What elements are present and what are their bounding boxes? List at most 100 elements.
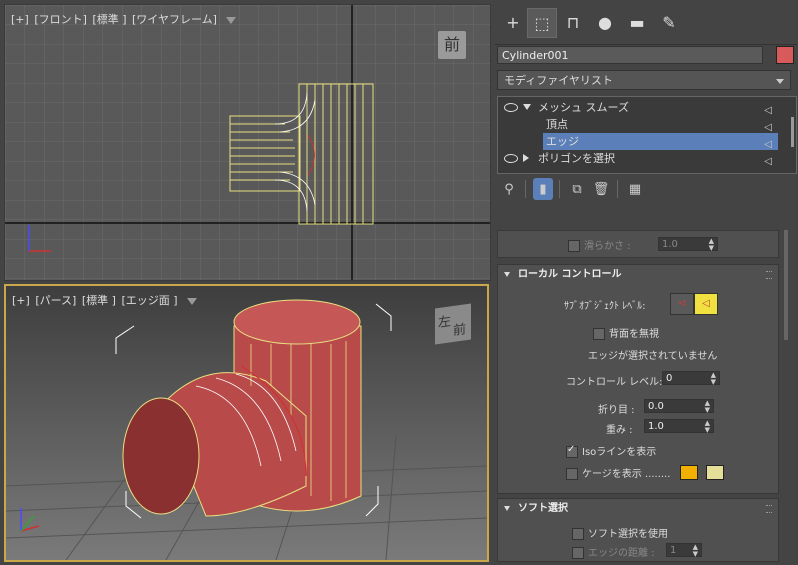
front-viewport[interactable]: [+] [フロント] [標準 ] [ワイヤフレーム] 前 [4, 4, 491, 281]
use-soft-selection-checkbox[interactable] [572, 528, 584, 540]
show-end-result-icon[interactable]: ▮ [533, 178, 553, 200]
pin-stack-icon[interactable]: ⚲ [499, 178, 519, 200]
stack-toolbar: ⚲ ▮ ⧉ 🗑 ▦ [497, 178, 677, 202]
collapse-caret-icon [504, 506, 510, 511]
rollout-title: ソフト選択 [518, 503, 568, 514]
smoothness-row: 滑らかさ : [568, 237, 631, 252]
motion-icon[interactable]: ● [591, 8, 619, 36]
viewport-menu-plus[interactable]: [+] [11, 13, 29, 26]
soft-selection-header[interactable]: ソフト選択 [498, 499, 778, 519]
weight-spinner[interactable]: 1.0 ▲ ▼ [644, 419, 714, 434]
viewport-display-mode[interactable]: [エッジ面 ] [121, 294, 177, 307]
front-viewport-label[interactable]: [+] [フロント] [標準 ] [ワイヤフレーム] [11, 11, 237, 27]
edge-distance-value: 1 [670, 545, 677, 556]
stack-scrollbar[interactable] [791, 117, 794, 147]
modifier-list-dropdown[interactable]: モディファイヤリスト [497, 70, 791, 90]
grip-icon[interactable] [766, 271, 772, 279]
utilities-icon[interactable]: ✎ [655, 8, 683, 36]
expand-arrow-icon[interactable] [523, 154, 529, 162]
expand-arrow-icon[interactable] [523, 104, 531, 110]
toolbar-divider [617, 180, 618, 198]
modify-icon[interactable]: ⬚ [527, 8, 557, 38]
use-soft-selection-label: ソフト選択を使用 [588, 529, 668, 540]
iso-line-checkbox[interactable] [566, 444, 578, 458]
command-panel-tabs: + ⬚ ⊓ ● ▬ ✎ [495, 8, 797, 45]
smoothness-value: 1.0 [662, 239, 678, 250]
spinner-arrows-icon[interactable]: ▲ ▼ [709, 238, 714, 252]
viewcube-top-label: 左 [438, 314, 452, 332]
stack-item-meshsmooth[interactable]: メッシュ スムーズ ◁ [498, 99, 778, 116]
hierarchy-icon[interactable]: ⊓ [559, 8, 587, 36]
filter-icon[interactable] [226, 16, 237, 24]
configure-modifier-sets-icon[interactable]: ▦ [625, 178, 645, 200]
spinner-arrows-icon[interactable]: ▲ ▼ [693, 544, 698, 558]
ignore-backfacing-row[interactable]: 背面を無視 [593, 325, 659, 340]
grip-icon[interactable] [766, 505, 772, 513]
command-panel-scrollbar[interactable] [784, 230, 788, 340]
viewcube-front-label: 前 [453, 322, 467, 339]
rollout-title: ローカル コントロール [518, 269, 622, 280]
filter-icon[interactable] [187, 297, 198, 305]
stack-item-label: ポリゴンを選択 [538, 152, 615, 165]
edge-distance-checkbox[interactable] [572, 547, 584, 559]
command-panel: + ⬚ ⊓ ● ▬ ✎ Cylinder001 モディファイヤリスト メッシュ … [493, 0, 798, 565]
selection-status-text: エッジが選択されていません [588, 351, 718, 362]
display-icon[interactable]: ▬ [623, 8, 651, 36]
iso-line-row[interactable]: Isoラインを表示 [566, 443, 656, 458]
remove-modifier-icon[interactable]: 🗑 [591, 178, 611, 200]
object-name-field[interactable]: Cylinder001 [497, 46, 763, 64]
stack-item-label: メッシュ スムーズ [538, 101, 629, 114]
perspective-canvas [6, 299, 487, 560]
crease-spinner[interactable]: 0.0 ▲ ▼ [644, 399, 714, 414]
create-icon[interactable]: + [499, 8, 527, 36]
ignore-backfacing-checkbox[interactable] [593, 328, 605, 340]
control-level-spinner[interactable]: 0 ▲ ▼ [662, 371, 720, 386]
iso-line-label: Isoラインを表示 [582, 447, 657, 458]
edge-distance-spinner[interactable]: 1 ▲ ▼ [666, 543, 702, 558]
toolbar-divider [559, 180, 560, 198]
smoothness-checkbox[interactable] [568, 240, 580, 252]
eye-icon[interactable] [504, 103, 518, 112]
viewcube[interactable]: 前 [438, 31, 466, 59]
edge-distance-row: エッジの距離 : [572, 544, 655, 559]
smoothness-spinner[interactable]: 1.0 ▲ ▼ [658, 237, 718, 252]
smoothness-label: 滑らかさ : [584, 241, 631, 252]
spinner-arrows-icon[interactable]: ▲ ▼ [705, 400, 710, 414]
viewport-menu-plus[interactable]: [+] [12, 294, 30, 307]
viewport-shading-standard[interactable]: [標準 ] [82, 294, 116, 307]
stack-item-poly-select[interactable]: ポリゴンを選択 ◁ [498, 150, 778, 167]
collapse-caret-icon [504, 272, 510, 277]
show-cage-checkbox[interactable] [566, 468, 578, 480]
vertex-level-button[interactable]: ⊲ [670, 293, 694, 315]
show-cage-label: ケージを表示 ........ [582, 469, 671, 480]
stack-item-vertex[interactable]: 頂点 ◁ [498, 116, 778, 133]
show-cage-row[interactable]: ケージを表示 ........ [566, 465, 670, 480]
viewport-point-of-view[interactable]: [パース] [35, 294, 76, 307]
perspective-viewport-label[interactable]: [+] [パース] [標準 ] [エッジ面 ] [12, 292, 198, 308]
ignore-backfacing-label: 背面を無視 [609, 329, 659, 340]
cage-color-swatch-1[interactable] [680, 465, 698, 480]
local-control-header[interactable]: ローカル コントロール [498, 265, 778, 285]
object-color-swatch[interactable] [776, 46, 794, 64]
modifier-stack[interactable]: メッシュ スムーズ ◁ 頂点 ◁ エッジ ◁ ポリゴンを選択 ◁ [497, 96, 797, 174]
eye-icon[interactable] [504, 154, 518, 163]
spinner-arrows-icon[interactable]: ▲ ▼ [711, 372, 716, 386]
control-level-value: 0 [666, 373, 673, 384]
viewport-display-mode[interactable]: [ワイヤフレーム] [132, 13, 217, 26]
viewcube[interactable]: 左 前 [435, 303, 471, 345]
cage-color-swatch-2[interactable] [706, 465, 724, 480]
spinner-arrows-icon[interactable]: ▲ ▼ [705, 420, 710, 434]
edge-level-button[interactable]: ◁ [694, 293, 718, 315]
make-unique-icon[interactable]: ⧉ [567, 178, 587, 200]
stack-item-label: エッジ [546, 135, 579, 148]
subdivision-method-rollout: 滑らかさ : 1.0 ▲ ▼ [497, 230, 779, 258]
viewport-point-of-view[interactable]: [フロント] [34, 13, 87, 26]
subobject-level-label: ｻﾌﾞｵﾌﾞｼﾞｪｸﾄ ﾚﾍﾞﾙ: [564, 301, 646, 312]
use-soft-selection-row[interactable]: ソフト選択を使用 [572, 525, 668, 540]
toolbar-divider [525, 180, 526, 198]
perspective-viewport[interactable]: [+] [パース] [標準 ] [エッジ面 ] 左 前 [4, 284, 489, 562]
edge-distance-label: エッジの距離 : [588, 548, 655, 559]
viewport-shading-standard[interactable]: [標準 ] [92, 13, 126, 26]
stack-item-edge[interactable]: エッジ ◁ [543, 133, 778, 150]
chevron-down-icon [776, 79, 784, 84]
